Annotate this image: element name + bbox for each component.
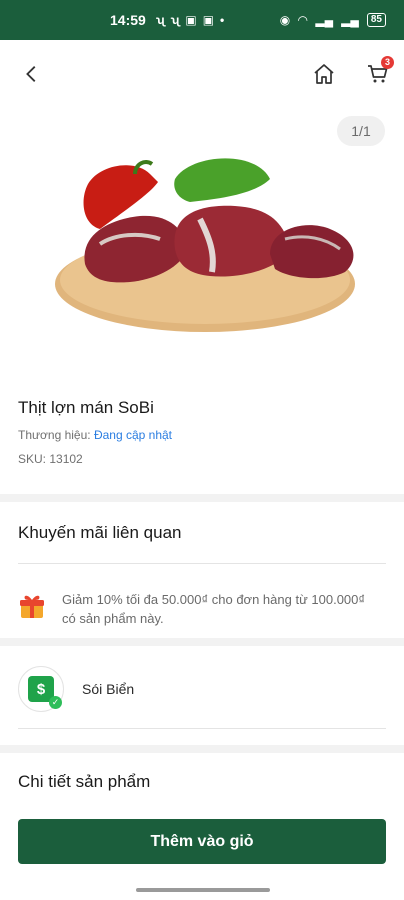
divider: [18, 563, 386, 564]
brand-link[interactable]: Đang cập nhật: [94, 428, 172, 442]
cart-button[interactable]: 3: [360, 56, 396, 92]
brand-row: Thương hiệu: Đang cập nhật: [18, 428, 386, 442]
wifi-icon: ◠: [298, 13, 308, 27]
section-divider: [0, 494, 404, 502]
cart-count-badge: 3: [381, 56, 394, 69]
signal-icon: ▂▄: [341, 13, 359, 27]
notification-icon: ▣: [202, 13, 215, 27]
divider: [18, 728, 386, 729]
home-button[interactable]: [306, 56, 342, 92]
sku-value: 13102: [49, 452, 83, 466]
top-nav: 3: [0, 44, 404, 102]
product-gallery[interactable]: 1/1: [0, 106, 404, 376]
system-icons: ◉ ◠ ▂▄ ▂▄ 85: [280, 13, 386, 27]
status-bar: 14:59 ʯ ʯ ▣ ▣ • ◉ ◠ ▂▄ ▂▄ 85: [0, 0, 404, 40]
add-to-cart-button[interactable]: Thêm vào giỏ: [18, 819, 386, 864]
product-info: Thịt lợn mán SoBi Thương hiệu: Đang cập …: [18, 398, 386, 466]
signal-icon: ▂▄: [315, 13, 334, 27]
home-icon: [314, 64, 334, 84]
sku-label: SKU:: [18, 452, 47, 466]
gift-icon: [20, 595, 44, 618]
verified-check-icon: ✓: [49, 696, 62, 709]
status-time: 14:59: [110, 12, 146, 28]
section-divider: [0, 638, 404, 646]
notification-icons: ʯ ʯ ▣ ▣ •: [156, 13, 224, 27]
home-indicator[interactable]: [136, 888, 270, 892]
seller-name: Sói Biển: [82, 681, 135, 697]
brand-label: Thương hiệu:: [18, 428, 91, 442]
promotion-text: Giảm 10% tối đa 50.000₫ cho đơn hàng từ …: [62, 592, 366, 626]
image-counter: 1/1: [337, 116, 385, 146]
sku-row: SKU: 13102: [18, 452, 386, 466]
battery-icon: 85: [366, 13, 386, 27]
chevron-left-icon: [26, 66, 36, 82]
details-title: Chi tiết sản phẩm: [18, 772, 151, 791]
seller-row[interactable]: $ ✓ Sói Biển: [18, 664, 386, 714]
product-title: Thịt lợn mán SoBi: [18, 398, 154, 417]
product-image: [55, 158, 355, 332]
bottom-bar: Thêm vào giỏ: [0, 800, 404, 900]
notification-icon: ʯ: [155, 13, 165, 27]
section-divider: [0, 745, 404, 753]
promotions-title: Khuyến mãi liên quan: [18, 523, 182, 542]
dot-icon: •: [220, 13, 225, 27]
notification-icon: ▣: [185, 13, 197, 27]
promotion-item[interactable]: Giảm 10% tối đa 50.000₫ cho đơn hàng từ …: [18, 590, 386, 628]
back-button[interactable]: [14, 56, 50, 92]
seller-avatar: $ ✓: [18, 666, 64, 712]
notification-icon: ʯ: [170, 13, 180, 27]
eye-icon: ◉: [279, 13, 291, 27]
